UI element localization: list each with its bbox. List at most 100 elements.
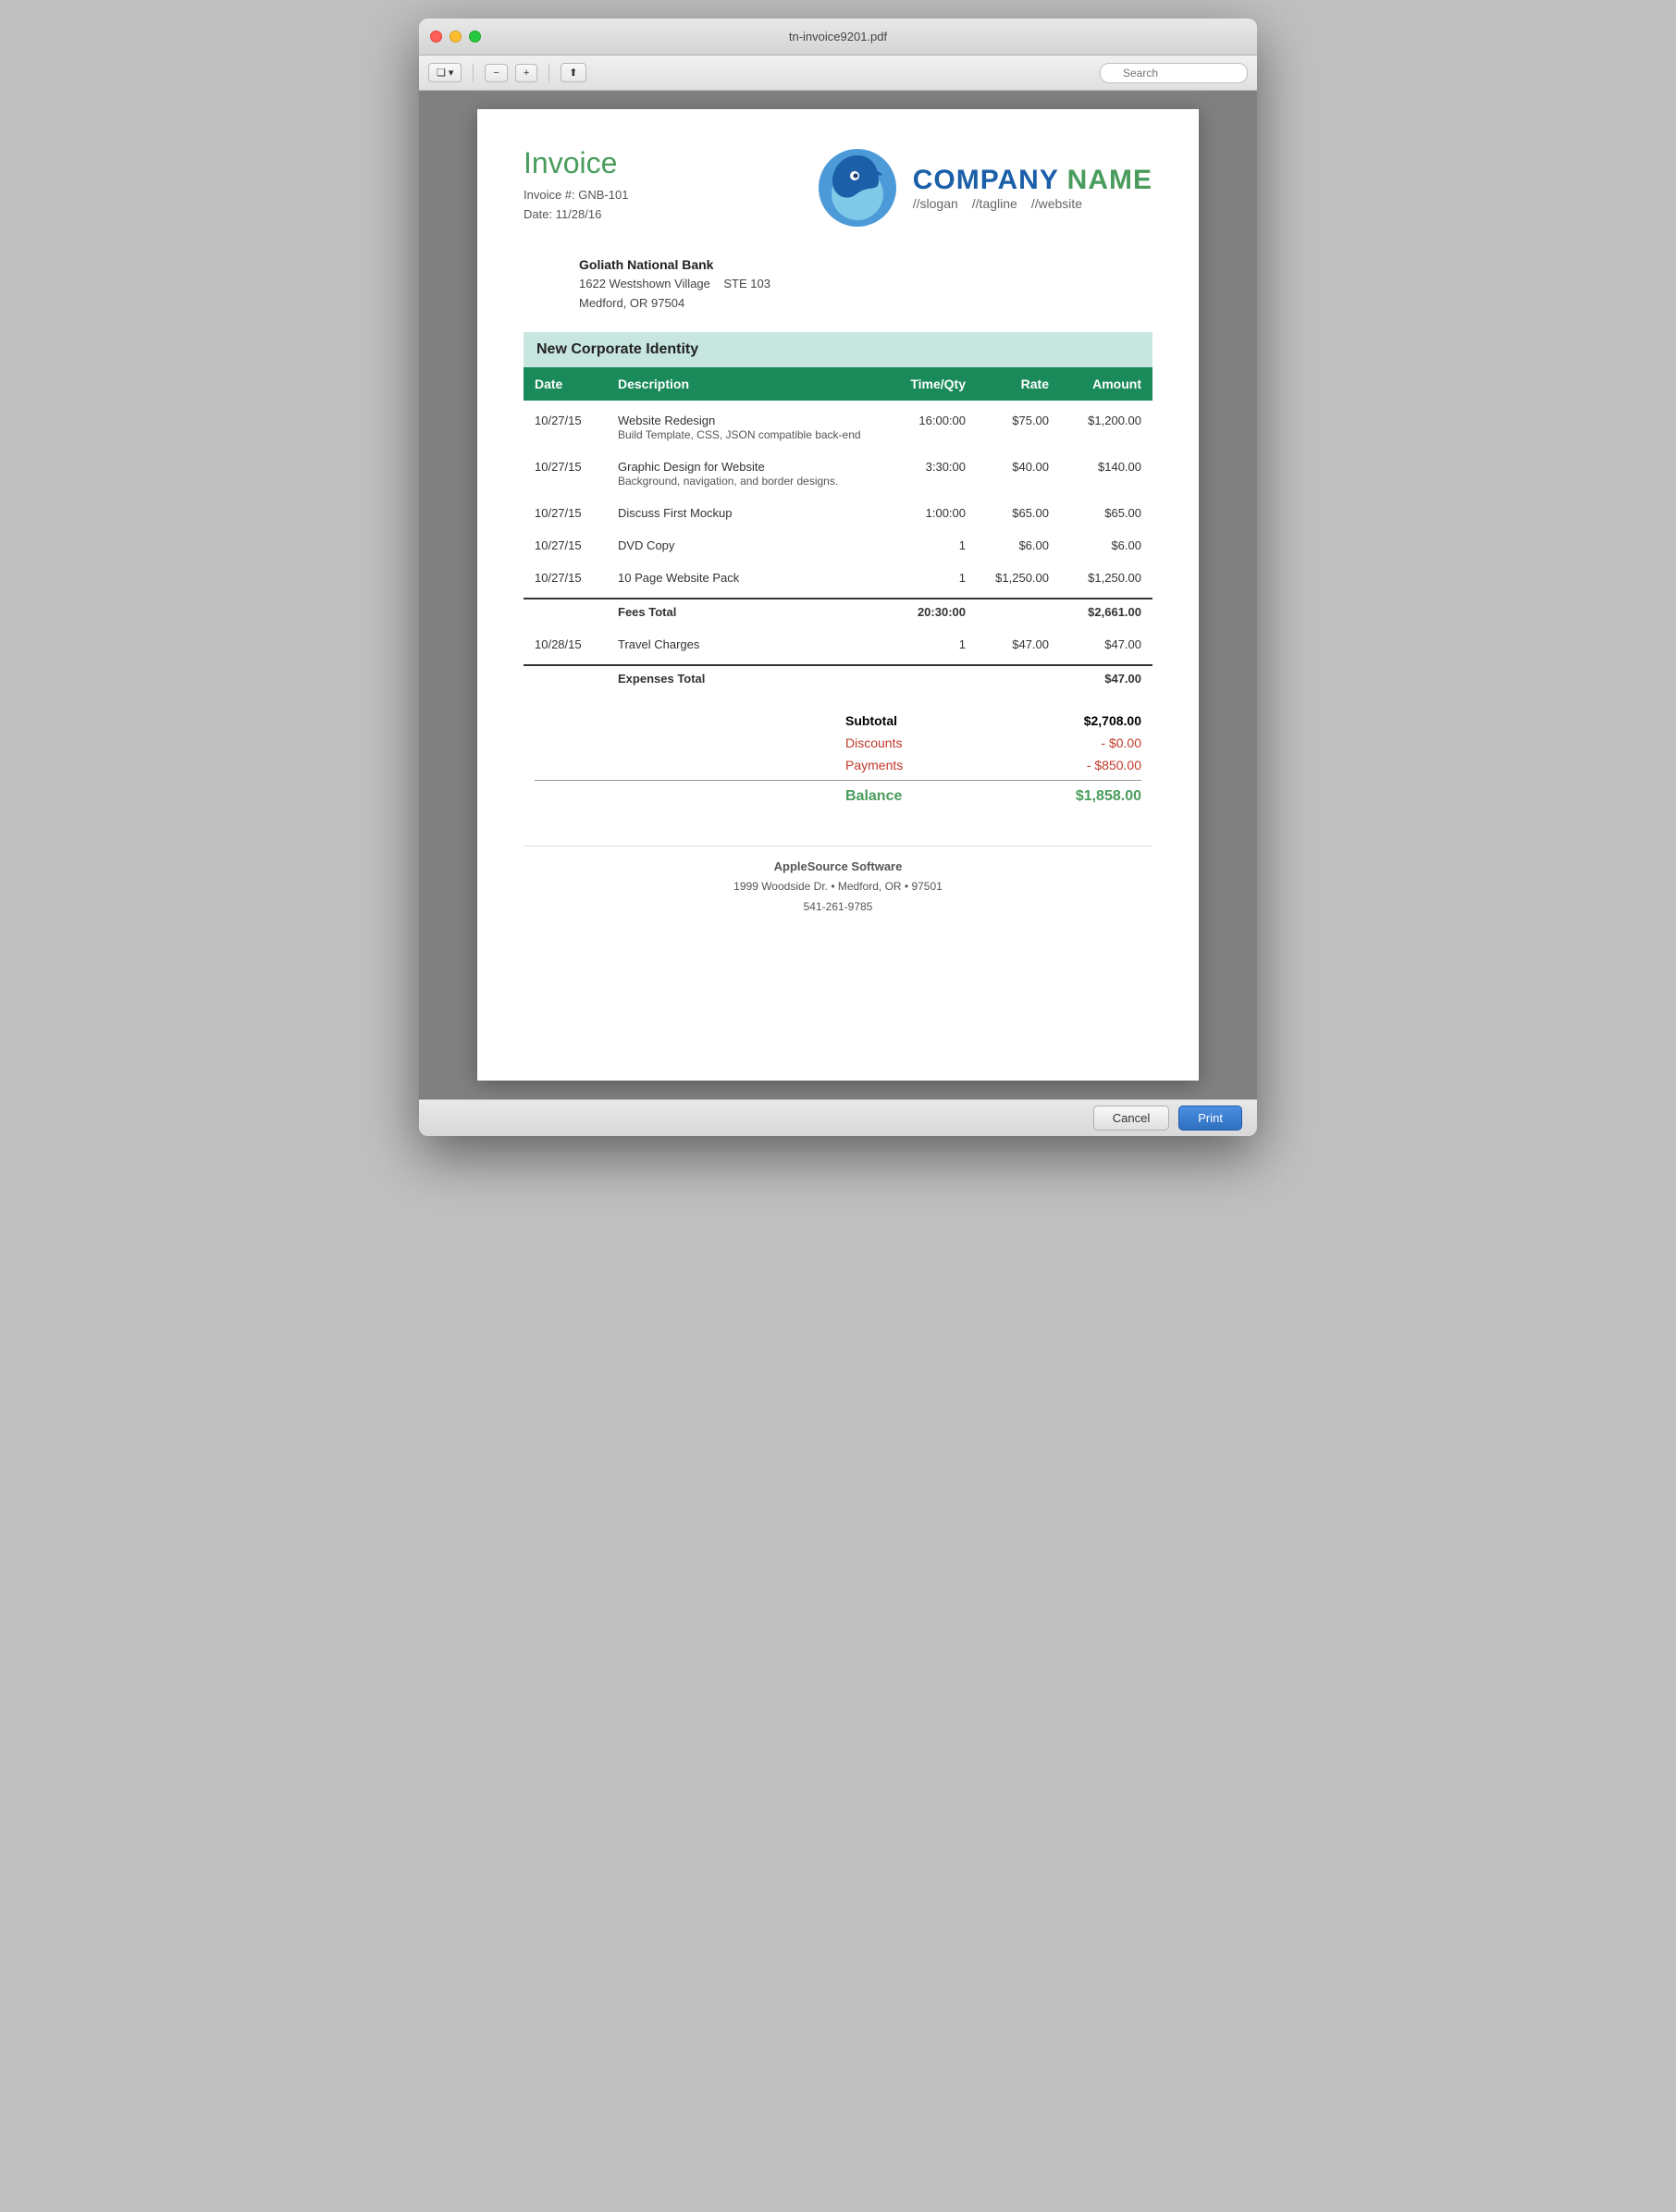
footer-phone: 541-261-9785 [524, 897, 1152, 918]
subtotal-value: $2,708.00 [1030, 713, 1141, 728]
subtotal-label: Subtotal [845, 713, 1030, 728]
table-row: 10/27/15 Website Redesign Build Template… [524, 401, 1152, 447]
item-description: Travel Charges [607, 624, 884, 665]
pdf-area: Invoice Invoice #: GNB-101 Date: 11/28/1… [419, 91, 1257, 1099]
share-icon: ⬆ [569, 67, 577, 79]
zoom-out-button[interactable]: − [485, 64, 507, 82]
title-bar: tn-invoice9201.pdf [419, 19, 1257, 56]
company-logo-section: COMPANY NAME //slogan //tagline //websit… [816, 146, 1152, 229]
col-date: Date [524, 367, 607, 401]
expenses-total-row: Expenses Total $47.00 [524, 665, 1152, 691]
invoice-number: Invoice #: GNB-101 Date: 11/28/16 [524, 186, 816, 225]
item-description: Website Redesign Build Template, CSS, JS… [607, 401, 884, 447]
item-rate: $6.00 [977, 525, 1060, 558]
bottom-bar: Cancel Print [419, 1099, 1257, 1136]
col-amount: Amount [1060, 367, 1152, 401]
item-date: 10/28/15 [524, 624, 607, 665]
invoice-title: Invoice [524, 146, 816, 180]
table-row: 10/27/15 Discuss First Mockup 1:00:00 $6… [524, 493, 1152, 525]
billto-address: 1622 Westshown Village STE 103 Medford, … [579, 275, 1152, 314]
invoice-header: Invoice Invoice #: GNB-101 Date: 11/28/1… [524, 146, 1152, 229]
search-wrapper [1100, 63, 1248, 83]
table-header-row: Date Description Time/Qty Rate Amount [524, 367, 1152, 401]
item-time-qty: 3:30:00 [884, 447, 977, 493]
item-amount: $65.00 [1060, 493, 1152, 525]
share-button[interactable]: ⬆ [561, 63, 585, 82]
item-amount: $1,200.00 [1060, 401, 1152, 447]
item-date: 10/27/15 [524, 558, 607, 599]
item-amount: $140.00 [1060, 447, 1152, 493]
subtotal-row: Subtotal $2,708.00 [524, 710, 1152, 732]
invoice-footer: AppleSource Software 1999 Woodside Dr. •… [524, 846, 1152, 918]
payments-label: Payments [845, 758, 1030, 772]
invoice-title-section: Invoice Invoice #: GNB-101 Date: 11/28/1… [524, 146, 816, 225]
company-name-section: COMPANY NAME //slogan //tagline //websit… [913, 165, 1152, 211]
invoice-table: Date Description Time/Qty Rate Amount 10… [524, 367, 1152, 691]
discounts-label: Discounts [845, 735, 1030, 750]
toolbar-separator-2 [548, 64, 549, 82]
col-time-qty: Time/Qty [884, 367, 977, 401]
item-rate: $65.00 [977, 493, 1060, 525]
zoom-in-button[interactable]: + [515, 64, 537, 82]
table-row: 10/28/15 Travel Charges 1 $47.00 $47.00 [524, 624, 1152, 665]
item-description: 10 Page Website Pack [607, 558, 884, 599]
toolbar-separator-1 [473, 64, 474, 82]
billto-name: Goliath National Bank [579, 257, 1152, 272]
footer-address: 1999 Woodside Dr. • Medford, OR • 97501 [524, 877, 1152, 897]
payments-row: Payments - $850.00 [524, 754, 1152, 776]
expenses-total-label: Expenses Total [607, 665, 884, 691]
table-row: 10/27/15 10 Page Website Pack 1 $1,250.0… [524, 558, 1152, 599]
company-tagline: //slogan //tagline //website [913, 196, 1152, 211]
cancel-button[interactable]: Cancel [1093, 1106, 1169, 1131]
section-header: New Corporate Identity [524, 332, 1152, 367]
discounts-row: Discounts - $0.00 [524, 732, 1152, 754]
item-date: 10/27/15 [524, 525, 607, 558]
company-word: COMPANY [913, 165, 1059, 195]
billto-section: Goliath National Bank 1622 Westshown Vil… [524, 257, 1152, 314]
window-title: tn-invoice9201.pdf [789, 30, 887, 43]
col-rate: Rate [977, 367, 1060, 401]
fullscreen-button[interactable] [469, 31, 481, 43]
fees-total-row: Fees Total 20:30:00 $2,661.00 [524, 599, 1152, 624]
item-rate: $75.00 [977, 401, 1060, 447]
sidebar-toggle-button[interactable]: ❏ ▾ [428, 63, 462, 82]
table-row: 10/27/15 Graphic Design for Website Back… [524, 447, 1152, 493]
balance-value: $1,858.00 [1030, 788, 1141, 805]
item-date: 10/27/15 [524, 447, 607, 493]
col-description: Description [607, 367, 884, 401]
item-rate: $40.00 [977, 447, 1060, 493]
item-amount: $1,250.00 [1060, 558, 1152, 599]
item-date: 10/27/15 [524, 401, 607, 447]
balance-label: Balance [845, 788, 1030, 805]
print-button[interactable]: Print [1178, 1106, 1242, 1131]
summary-section: Subtotal $2,708.00 Discounts - $0.00 Pay… [524, 710, 1152, 809]
item-time-qty: 1 [884, 624, 977, 665]
minimize-button[interactable] [450, 31, 462, 43]
mac-window: tn-invoice9201.pdf ❏ ▾ − + ⬆ [419, 19, 1257, 1136]
item-amount: $47.00 [1060, 624, 1152, 665]
item-description: DVD Copy [607, 525, 884, 558]
sidebar-icon: ❏ [437, 67, 446, 79]
company-logo [816, 146, 899, 229]
invoice-page: Invoice Invoice #: GNB-101 Date: 11/28/1… [477, 109, 1199, 1081]
table-row: 10/27/15 DVD Copy 1 $6.00 $6.00 [524, 525, 1152, 558]
balance-row: Balance $1,858.00 [524, 785, 1152, 809]
company-name: COMPANY NAME [913, 165, 1152, 196]
fees-total-time: 20:30:00 [884, 599, 977, 624]
item-time-qty: 16:00:00 [884, 401, 977, 447]
sidebar-icon-chevron: ▾ [449, 67, 454, 79]
fees-total-label: Fees Total [607, 599, 884, 624]
item-rate: $1,250.00 [977, 558, 1060, 599]
item-time-qty: 1 [884, 525, 977, 558]
zoom-out-icon: − [493, 68, 499, 79]
footer-company-name: AppleSource Software [524, 856, 1152, 877]
item-time-qty: 1 [884, 558, 977, 599]
close-button[interactable] [430, 31, 442, 43]
payments-value: - $850.00 [1030, 758, 1141, 772]
item-time-qty: 1:00:00 [884, 493, 977, 525]
search-input[interactable] [1100, 63, 1248, 83]
name-word: NAME [1067, 165, 1152, 195]
toolbar: ❏ ▾ − + ⬆ [419, 56, 1257, 91]
zoom-in-icon: + [524, 68, 529, 79]
traffic-lights [430, 31, 481, 43]
